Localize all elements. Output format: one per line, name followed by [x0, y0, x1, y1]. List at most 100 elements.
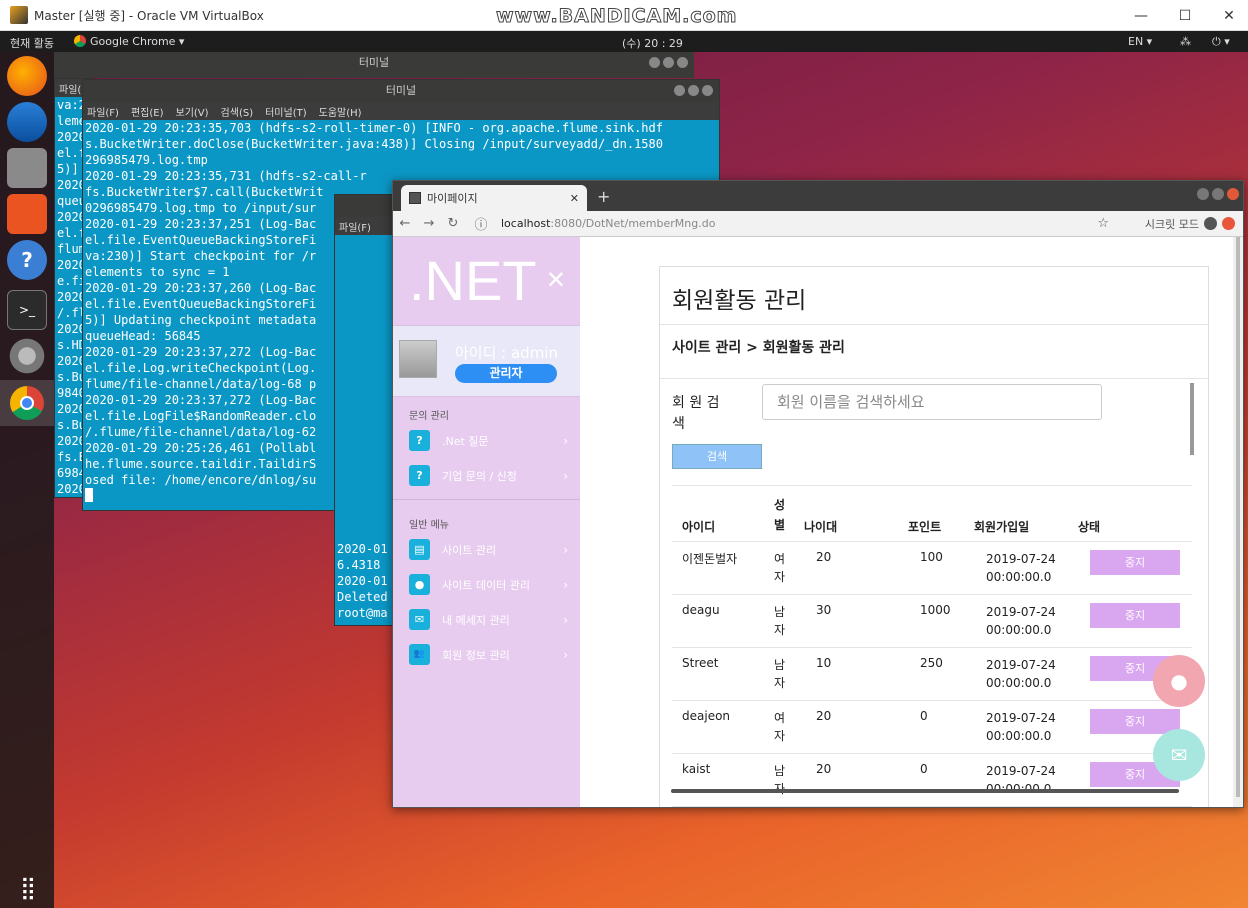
col-gender: 성별 — [774, 498, 786, 532]
close-button[interactable]: ✕ — [1206, 0, 1248, 31]
chrome-close-icon[interactable] — [1227, 188, 1239, 200]
table-row: Street 남자 10 250 2019-07-24 00:00:00.0 중지 — [672, 648, 1192, 701]
document-icon: ▤ — [409, 539, 430, 560]
software-icon[interactable] — [7, 194, 47, 234]
sidebar-item-messages[interactable]: ✉ 내 메세지 관리 › — [393, 602, 580, 637]
forward-icon[interactable]: → — [417, 216, 441, 231]
search-button[interactable]: 검색 — [672, 444, 762, 469]
incognito-icon[interactable] — [1204, 217, 1217, 230]
terminal-menu-item[interactable]: 터미널(T) — [265, 104, 307, 119]
terminal-menu-item[interactable]: 보기(V) — [176, 104, 209, 119]
tab-mypage[interactable]: 마이페이지 ✕ — [401, 185, 587, 211]
logo-text: .NET — [409, 249, 537, 312]
cell-id: 이젠돈벌자 — [682, 552, 738, 566]
cell-gender: 여자 — [774, 711, 786, 743]
menu-file-3[interactable]: 파일(F) — [339, 219, 371, 234]
cell-point: 0 — [920, 709, 928, 723]
terminal-2-title: 터미널 — [83, 80, 719, 102]
maximize-button[interactable]: ☐ — [1162, 0, 1208, 31]
inner-scrollbar[interactable] — [1190, 383, 1194, 455]
page-scrollbar[interactable] — [1233, 237, 1243, 807]
terminal-1-titlebar: 터미널 — [54, 52, 694, 78]
cell-point: 100 — [920, 550, 943, 564]
cell-point: 1000 — [920, 603, 951, 617]
power-menu[interactable]: ⏻ ▾ — [1212, 35, 1230, 49]
files-icon[interactable] — [7, 148, 47, 188]
menu-file[interactable]: 파일( — [59, 81, 81, 96]
page-scroll-thumb[interactable] — [1236, 237, 1240, 797]
search-input[interactable]: 회원 이름을 검색하세요 — [762, 384, 1102, 420]
clock[interactable]: (수) 20 : 29 — [622, 35, 683, 51]
chrome-logo-center — [20, 396, 34, 410]
sidebar-item-members[interactable]: 👥 회원 정보 관리 › — [393, 637, 580, 672]
member-table: 아이디 성별 나이대 포인트 회원가입일 상태 이젠돈벌자 여자 20 100 2019… — [672, 485, 1192, 807]
sidebar-item-label: 사이트 데이터 관리 — [442, 578, 530, 592]
sidebar-item-site-admin[interactable]: ▤ 사이트 관리 › — [393, 532, 580, 567]
window-title: Master [실행 중] - Oracle VM VirtualBox — [34, 8, 264, 23]
network-icon[interactable]: ⁂ — [1180, 35, 1191, 48]
terminal-menu-item[interactable]: 검색(S) — [221, 104, 254, 119]
site-info-icon[interactable]: ⓘ — [469, 214, 493, 233]
sidebar-item-site-data[interactable]: ● 사이트 데이터 관리 › — [393, 567, 580, 602]
firefox-icon[interactable] — [7, 56, 47, 96]
suspend-button[interactable]: 중지 — [1090, 550, 1180, 575]
cell-id: kaist — [682, 762, 711, 776]
url-field[interactable]: localhost:8080/DotNet/memberMng.do — [501, 217, 715, 230]
terminal-menu-item[interactable]: 편집(E) — [131, 104, 164, 119]
section-inquiry-title: 문의 관리 — [409, 411, 449, 422]
chrome-maximize-icon[interactable] — [1212, 188, 1224, 200]
chrome-icon[interactable] — [0, 380, 54, 426]
sidebar-item-company-inquiry[interactable]: ? 기업 문의 / 신청 › — [393, 458, 580, 493]
terminal-2-menu[interactable]: 파일(F) 편집(E) 보기(V) 검색(S) 터미널(T) 도움말(H) — [83, 102, 719, 120]
chrome-window-controls[interactable] — [1197, 188, 1239, 200]
virtualbox-icon — [10, 6, 28, 24]
sidebar-divider — [393, 499, 580, 500]
users-icon: 👥 — [409, 644, 430, 665]
suspend-button[interactable]: 중지 — [1090, 603, 1180, 628]
gnome-top-bar: 현재 활동 Google Chrome ▾ (수) 20 : 29 EN ▾ ⁂… — [0, 31, 1248, 52]
activities-button[interactable]: 현재 활동 — [10, 35, 54, 51]
message-fab-icon[interactable]: ✉ — [1153, 729, 1205, 781]
site-logo[interactable]: .NET ✕ — [393, 237, 580, 325]
help-icon[interactable]: ? — [7, 240, 47, 280]
back-icon[interactable]: ← — [393, 216, 417, 231]
new-tab-button[interactable]: + — [597, 187, 610, 206]
profile-fab-icon[interactable]: ● — [1153, 655, 1205, 707]
sidebar: .NET ✕ 아이디 : admin 관리자 문의 관리 ? .Net 질문 › ? 기… — [393, 237, 580, 807]
user-id: 아이디 : admin — [455, 344, 558, 362]
terminal-menu-item[interactable]: 파일(F) — [87, 104, 119, 119]
sidebar-close-icon[interactable]: ✕ — [546, 237, 566, 325]
main-panel: 회원활동 관리 사이트 관리 > 회원활동 관리 회 원 검 색 회원 이름을 … — [659, 266, 1209, 807]
cell-point: 0 — [920, 762, 928, 776]
sidebar-item-label: 회원 정보 관리 — [442, 648, 510, 662]
terminal-line: 2020-01-29 20:23:35,703 (hdfs-s2-roll-ti… — [85, 121, 663, 135]
cell-point: 250 — [920, 656, 943, 670]
minimize-button[interactable]: — — [1118, 0, 1164, 31]
terminal-icon[interactable]: >_ — [7, 290, 47, 330]
cell-id: deajeon — [682, 709, 731, 723]
profile-panel: 아이디 : admin 관리자 — [393, 325, 580, 397]
terminal-menu-item[interactable]: 도움말(H) — [319, 104, 362, 119]
app-menu[interactable]: Google Chrome ▾ — [90, 35, 184, 48]
terminal-2-window-controls[interactable] — [674, 85, 713, 96]
section-general-title: 일반 메뉴 — [409, 520, 449, 531]
suspend-button[interactable]: 중지 — [1090, 709, 1180, 734]
terminal-1-window-controls[interactable] — [649, 57, 688, 68]
chrome-logo-icon — [10, 386, 44, 420]
language-indicator[interactable]: EN ▾ — [1128, 35, 1152, 48]
settings-icon[interactable] — [7, 336, 47, 376]
sidebar-item-net-question[interactable]: ? .Net 질문 › — [393, 423, 580, 458]
col-age: 나이대 — [804, 520, 838, 534]
cell-joined: 2019-07-24 00:00:00.0 — [986, 658, 1056, 690]
cell-age: 30 — [816, 603, 832, 617]
extension-icon[interactable] — [1222, 217, 1235, 230]
bookmark-star-icon[interactable]: ☆ — [1097, 216, 1109, 231]
thunderbird-icon[interactable] — [7, 102, 47, 142]
app-grid-icon[interactable]: ⣿ — [7, 868, 47, 908]
chrome-window[interactable]: 마이페이지 ✕ + ← → ↻ ⓘ localhost:8080/DotNet/… — [392, 180, 1244, 808]
chrome-minimize-icon[interactable] — [1197, 188, 1209, 200]
horizontal-scrollbar[interactable] — [671, 789, 1179, 793]
reload-icon[interactable]: ↻ — [441, 216, 465, 231]
cell-joined: 2019-07-24 00:00:00.0 — [986, 711, 1056, 743]
tab-close-icon[interactable]: ✕ — [570, 192, 579, 205]
